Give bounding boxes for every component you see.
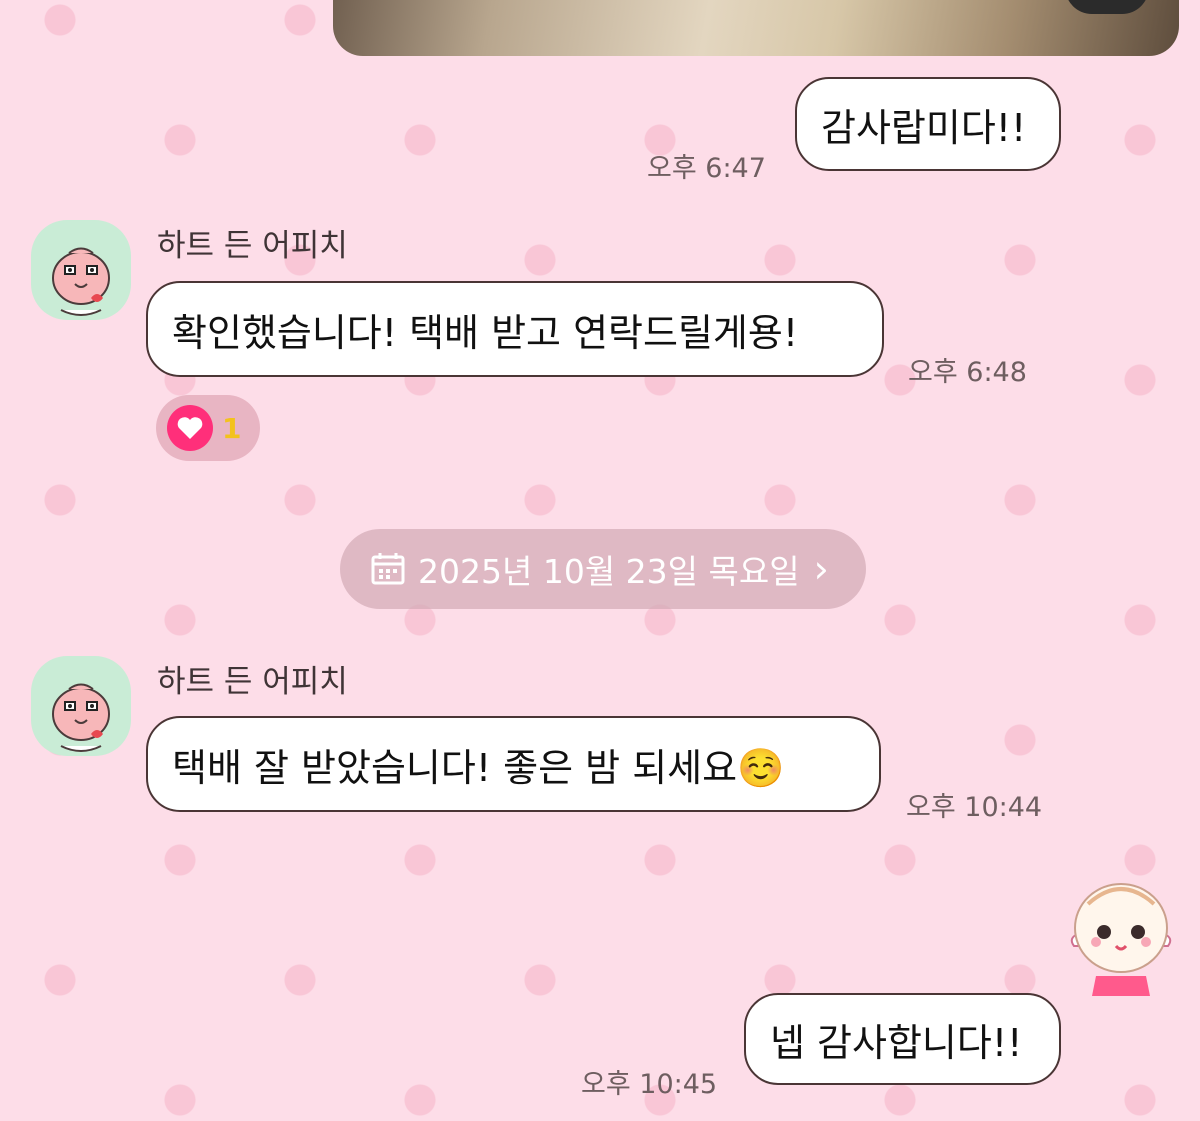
message-time: 오후 6:47 (647, 153, 766, 184)
apeach-avatar-icon (52, 247, 110, 316)
their-message-bubble[interactable]: 확인했습니다! 택배 받고 연락드릴게용! (146, 281, 884, 377)
angel-sticker-icon[interactable] (1066, 876, 1176, 1000)
message-time: 오후 10:44 (906, 792, 1043, 823)
message-text: 확인했습니다! 택배 받고 연락드릴게용! (172, 310, 799, 355)
chevron-right-icon: › (813, 547, 829, 591)
reaction-count: 1 (222, 411, 242, 445)
message-text: 감사랍미다!! (821, 105, 1027, 150)
message-text: 넵 감사합니다!! (770, 1020, 1023, 1065)
photo-message[interactable] (333, 0, 1179, 56)
date-divider[interactable]: 2025년 10월 23일 목요일 › (340, 529, 866, 609)
my-message-bubble[interactable]: 넵 감사합니다!! (744, 993, 1061, 1085)
sender-name: 하트 든 어피치 (157, 664, 348, 700)
sender-name: 하트 든 어피치 (157, 228, 348, 264)
message-time: 오후 10:45 (581, 1069, 718, 1100)
heart-icon (167, 405, 213, 451)
avatar[interactable] (31, 656, 131, 756)
their-message-bubble[interactable]: 택배 잘 받았습니다! 좋은 밤 되세요☺️ (146, 716, 881, 812)
message-text: 택배 잘 받았습니다! 좋은 밤 되세요☺️ (172, 745, 785, 790)
avatar[interactable] (31, 220, 131, 320)
my-message-bubble[interactable]: 감사랍미다!! (795, 77, 1061, 171)
calendar-icon (371, 553, 405, 585)
apeach-avatar-icon (52, 683, 110, 752)
photo-action-button[interactable] (1065, 0, 1149, 14)
reaction-badge[interactable]: 1 (156, 395, 260, 461)
date-label: 2025년 10월 23일 목요일 (418, 552, 800, 591)
message-time: 오후 6:48 (908, 357, 1027, 388)
